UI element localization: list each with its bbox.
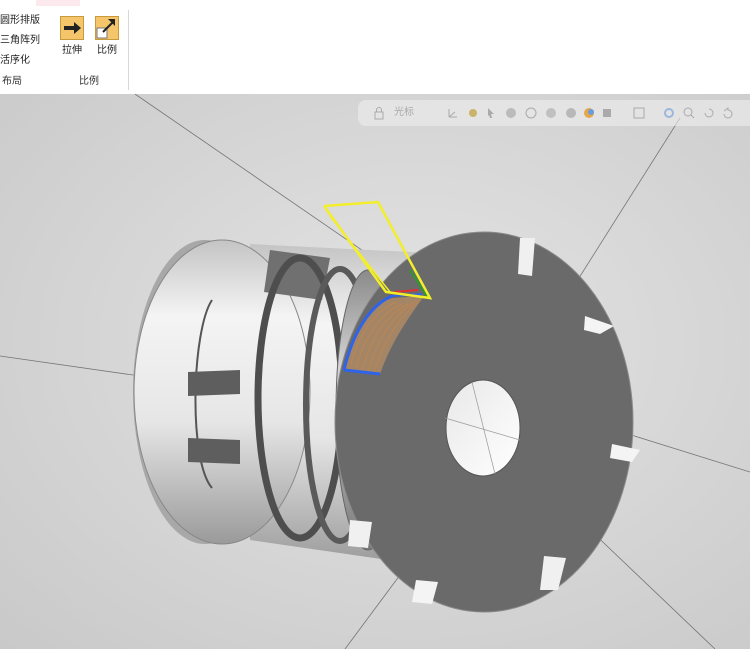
circular-layout-command[interactable]: 圆形排版: [0, 15, 40, 27]
color-icon[interactable]: [582, 106, 596, 120]
scale-button[interactable]: 比例: [89, 14, 125, 62]
scale-group-label: 比例: [79, 76, 99, 87]
section-view-icon[interactable]: [600, 106, 614, 120]
ribbon: 圆形排版 三角阵列 活序化 布局 拉伸 比例 比例: [0, 0, 750, 94]
undo-view-icon[interactable]: [720, 106, 734, 120]
view-cursor-dropdown[interactable]: 光标: [394, 107, 414, 119]
rotate-icon[interactable]: [702, 106, 716, 120]
smart-snap-icon[interactable]: [466, 106, 480, 120]
display-box-icon[interactable]: [632, 106, 646, 120]
axes-icon[interactable]: [446, 106, 460, 120]
view-toolbar: 光标: [358, 100, 750, 126]
render-icon[interactable]: [544, 106, 558, 120]
layout-group-label: 布局: [2, 76, 22, 87]
stretch-icon: [60, 16, 84, 40]
zoom-icon[interactable]: [682, 106, 696, 120]
wireframe-icon[interactable]: [524, 106, 538, 120]
shaded-icon[interactable]: [504, 106, 518, 120]
lighting-icon[interactable]: [564, 106, 578, 120]
active-tab-accent: [36, 0, 80, 6]
pointer-icon[interactable]: [484, 106, 498, 120]
scale-icon: [95, 16, 119, 40]
stretch-button[interactable]: 拉伸: [54, 14, 90, 62]
triangle-array-command[interactable]: 三角阵列: [0, 35, 40, 47]
model-canvas[interactable]: [0, 94, 750, 649]
lock-icon[interactable]: [372, 106, 386, 120]
settings-icon[interactable]: [662, 106, 676, 120]
sequence-command[interactable]: 活序化: [0, 55, 30, 67]
3d-viewport[interactable]: 光标: [0, 94, 750, 649]
ribbon-separator: [128, 10, 129, 90]
stretch-label: 拉伸: [62, 45, 82, 56]
scale-label: 比例: [97, 45, 117, 56]
